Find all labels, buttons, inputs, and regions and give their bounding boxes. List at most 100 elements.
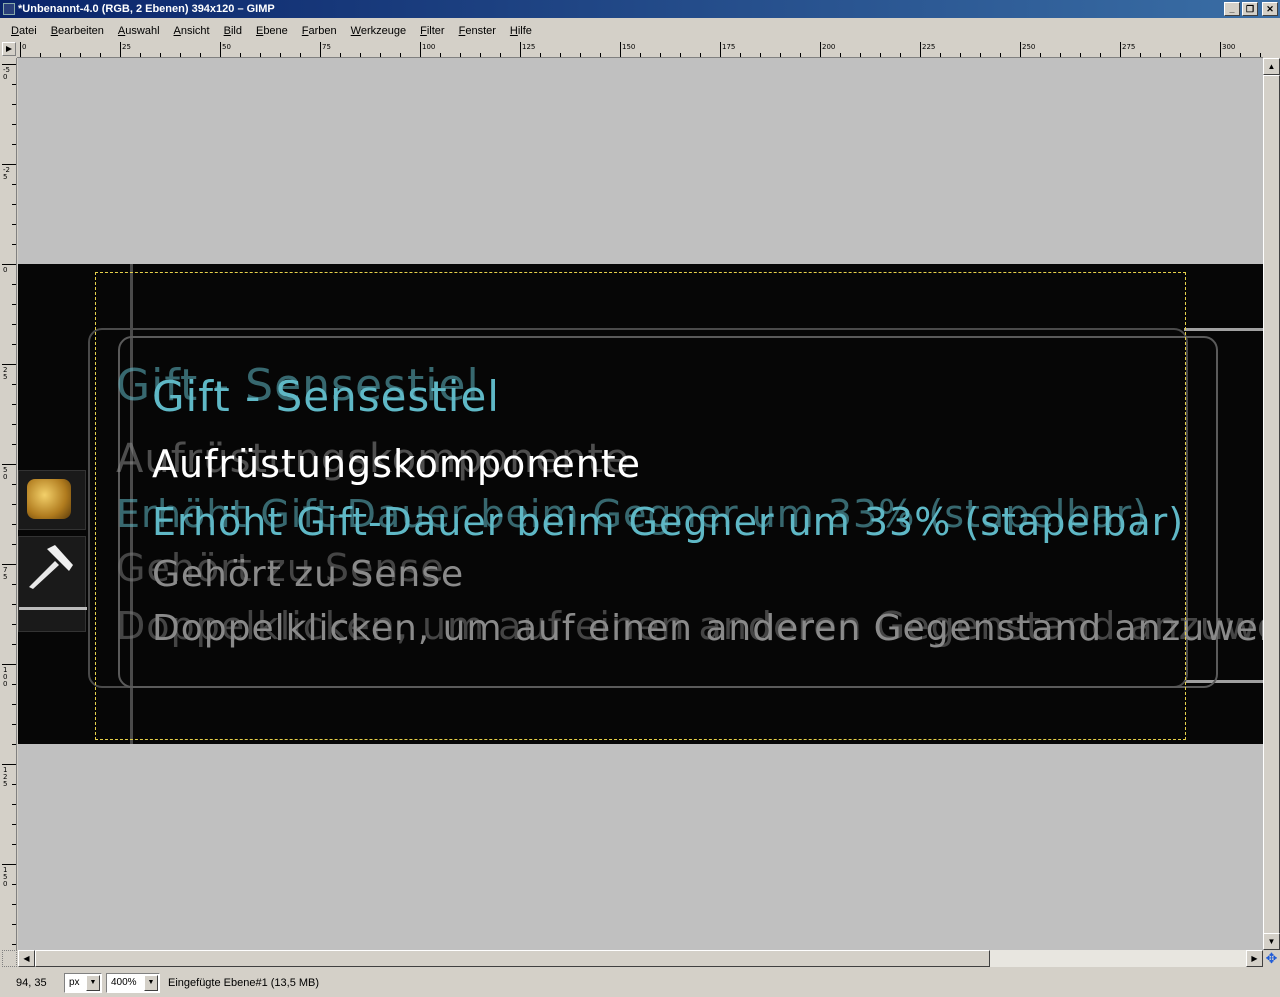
- ruler-label: 75: [3, 566, 8, 581]
- minimize-button[interactable]: _: [1224, 2, 1240, 16]
- menu-bar: Datei Bearbeiten Auswahl Ansicht Bild Eb…: [0, 20, 1280, 41]
- ruler-tick: [2, 664, 16, 665]
- ruler-tick: [12, 844, 16, 845]
- ruler-tick: [12, 804, 16, 805]
- scroll-up-button[interactable]: ▲: [1263, 58, 1280, 75]
- ruler-tick: [12, 384, 16, 385]
- horizontal-ruler[interactable]: 0 25 50 75 100 125 150 175 200 225 250 275 300: [17, 42, 1263, 58]
- scroll-right-button[interactable]: ▶: [1246, 950, 1263, 967]
- menu-bearbeiten[interactable]: Bearbeiten: [44, 21, 111, 41]
- ruler-tick: [12, 624, 16, 625]
- ruler-label: 50: [222, 43, 231, 51]
- ruler-tick: [2, 164, 16, 165]
- ruler-label: 300: [1222, 43, 1236, 51]
- ruler-tick: [12, 324, 16, 325]
- menu-filter[interactable]: Filter: [413, 21, 451, 41]
- ruler-tick: [520, 42, 521, 57]
- ruler-label: 100: [3, 666, 8, 688]
- ruler-tick: [12, 104, 16, 105]
- ruler-label: 75: [322, 43, 331, 51]
- ruler-tick: [220, 42, 221, 57]
- ruler-label: -50: [3, 66, 10, 81]
- vertical-ruler[interactable]: -50 -25 0 25 50 75 100 125 150: [2, 58, 17, 950]
- layer-boundary-selection[interactable]: [95, 272, 1186, 740]
- ruler-tick: [12, 424, 16, 425]
- ruler-tick: [12, 604, 16, 605]
- ruler-tick: [12, 824, 16, 825]
- menu-werkzeuge[interactable]: Werkzeuge: [344, 21, 413, 41]
- ruler-tick: [12, 684, 16, 685]
- menu-hilfe[interactable]: Hilfe: [503, 21, 539, 41]
- ruler-tick: [2, 464, 16, 465]
- ruler-tick: [12, 944, 16, 945]
- ruler-tick: [12, 184, 16, 185]
- menu-farben[interactable]: Farben: [295, 21, 344, 41]
- ruler-tick: [2, 264, 16, 265]
- chevron-down-icon[interactable]: ▼: [144, 974, 158, 991]
- canvas-viewport[interactable]: Gift - Sensestiel Aufrüstungskomponente …: [18, 58, 1263, 950]
- ruler-tick: [1120, 42, 1121, 57]
- status-bar: 94, 35 px ▼ 400% ▼ Eingefügte Ebene#1 (1…: [0, 968, 1280, 997]
- frame-line-top: [1184, 328, 1263, 331]
- ruler-tick: [12, 304, 16, 305]
- item-slot-gold: [18, 470, 86, 530]
- ruler-tick: [20, 42, 21, 57]
- gimp-app-icon[interactable]: [3, 3, 15, 15]
- ruler-tick: [2, 864, 16, 865]
- image-canvas[interactable]: Gift - Sensestiel Aufrüstungskomponente …: [18, 264, 1263, 744]
- ruler-tick: [420, 42, 421, 57]
- gimp-image-window: *Unbenannt-4.0 (RGB, 2 Ebenen) 394x120 –…: [0, 0, 1280, 997]
- ruler-tick: [12, 884, 16, 885]
- ruler-label: 0: [3, 266, 8, 274]
- ruler-tick: [12, 724, 16, 725]
- ruler-tick: [12, 744, 16, 745]
- ruler-label: 50: [3, 466, 8, 481]
- menu-datei[interactable]: Datei: [4, 21, 44, 41]
- ruler-label: 150: [3, 866, 8, 888]
- restore-button[interactable]: ❐: [1242, 2, 1258, 16]
- scroll-left-button[interactable]: ◀: [18, 950, 35, 967]
- ruler-tick: [2, 764, 16, 765]
- horizontal-scrollbar[interactable]: ◀ ▶: [18, 950, 1263, 967]
- ruler-tick: [12, 144, 16, 145]
- menu-auswahl[interactable]: Auswahl: [111, 21, 167, 41]
- navigate-icon[interactable]: ✥: [1263, 950, 1280, 967]
- ruler-tick: [12, 484, 16, 485]
- vertical-scroll-thumb[interactable]: [1263, 75, 1280, 935]
- ruler-label: 225: [922, 43, 936, 51]
- ruler-tick: [12, 244, 16, 245]
- unit-value: px: [69, 977, 80, 988]
- vertical-scrollbar[interactable]: ▲ ▼: [1263, 58, 1280, 950]
- ruler-label: 250: [1022, 43, 1036, 51]
- pointer-coordinates: 94, 35: [16, 976, 47, 989]
- zoom-select[interactable]: 400% ▼: [106, 972, 160, 993]
- triangle-right-icon: [6, 46, 12, 52]
- ruler-tick: [12, 204, 16, 205]
- hammer-icon: [29, 545, 73, 589]
- ruler-tick: [2, 364, 16, 365]
- ruler-label: 200: [822, 43, 836, 51]
- menu-fenster[interactable]: Fenster: [452, 21, 503, 41]
- quick-mask-toggle[interactable]: [2, 950, 17, 967]
- chevron-down-icon[interactable]: ▼: [86, 974, 100, 991]
- ruler-label: 275: [1122, 43, 1136, 51]
- scroll-down-button[interactable]: ▼: [1263, 933, 1280, 950]
- ruler-label: 125: [3, 766, 8, 788]
- title-bar[interactable]: *Unbenannt-4.0 (RGB, 2 Ebenen) 394x120 –…: [0, 0, 1280, 18]
- menu-bild[interactable]: Bild: [217, 21, 249, 41]
- menu-ansicht[interactable]: Ansicht: [167, 21, 217, 41]
- close-button[interactable]: ✕: [1262, 2, 1278, 16]
- ruler-tick: [12, 644, 16, 645]
- ruler-label: 175: [722, 43, 736, 51]
- ruler-tick: [620, 42, 621, 57]
- ruler-tick: [12, 524, 16, 525]
- ruler-label: 125: [522, 43, 536, 51]
- window-title: *Unbenannt-4.0 (RGB, 2 Ebenen) 394x120 –…: [18, 3, 275, 15]
- menu-ebene[interactable]: Ebene: [249, 21, 295, 41]
- ruler-tick: [120, 42, 121, 57]
- ruler-tick: [12, 904, 16, 905]
- unit-select[interactable]: px ▼: [64, 972, 102, 993]
- horizontal-scroll-thumb[interactable]: [35, 950, 990, 967]
- ruler-menu-button[interactable]: [2, 42, 16, 56]
- ruler-tick: [920, 42, 921, 57]
